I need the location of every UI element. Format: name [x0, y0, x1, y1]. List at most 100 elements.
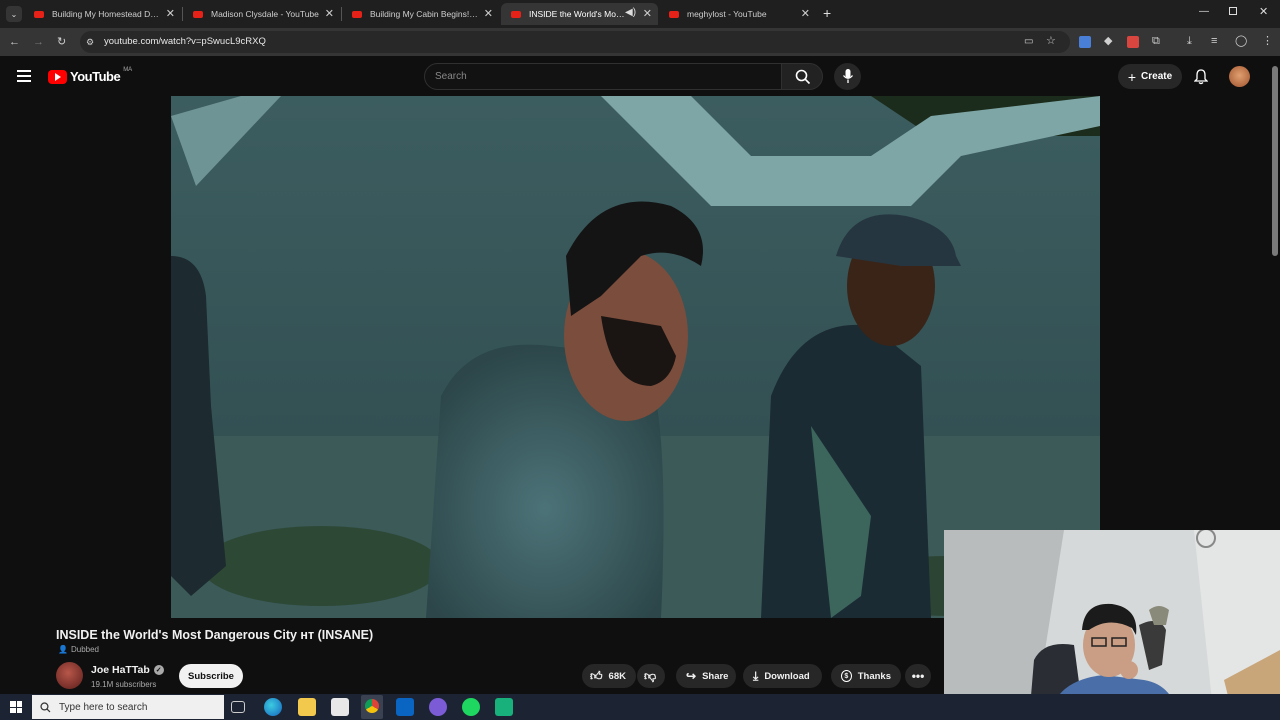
- browser-tab-4-active[interactable]: INSIDE the World's Most D ◀) ✕: [501, 3, 658, 25]
- like-button[interactable]: 👍︎ 68K: [582, 664, 636, 688]
- search-icon: [795, 69, 811, 85]
- download-icon: ⤓: [753, 668, 759, 683]
- bookmark-star-icon[interactable]: ☆: [1046, 34, 1056, 48]
- dubbed-label: Dubbed: [70, 645, 99, 654]
- cast-icon[interactable]: ▭: [1024, 35, 1033, 49]
- youtube-favicon-icon: [193, 10, 203, 18]
- share-arrow-icon: ↪: [686, 669, 697, 683]
- restore-icon[interactable]: [1229, 7, 1237, 15]
- close-tab-icon[interactable]: ✕: [166, 7, 175, 20]
- close-tab-icon[interactable]: ✕: [325, 7, 334, 20]
- app-green-icon[interactable]: [495, 698, 513, 716]
- microphone-icon: [842, 69, 854, 83]
- subscribe-button[interactable]: Subscribe: [179, 664, 243, 688]
- file-explorer-icon[interactable]: [298, 698, 316, 716]
- close-tab-icon[interactable]: ✕: [484, 7, 493, 20]
- speaker-icon[interactable]: ◀): [625, 7, 636, 18]
- dislike-button[interactable]: 👎︎: [637, 664, 665, 688]
- page-scrollbar[interactable]: [1272, 66, 1278, 256]
- more-actions-button[interactable]: •••: [905, 664, 931, 688]
- tab-title: INSIDE the World's Most D: [529, 9, 627, 19]
- create-label: Create: [1141, 71, 1173, 82]
- thumbs-down-icon: 👎︎: [644, 668, 657, 683]
- browser-tab-3[interactable]: Building My Cabin Begins! Dig ✕: [342, 3, 499, 25]
- thanks-button[interactable]: $ Thanks: [831, 664, 901, 688]
- download-label: Download: [764, 670, 810, 682]
- forward-icon[interactable]: →: [33, 35, 44, 49]
- create-button[interactable]: + Create: [1118, 64, 1182, 89]
- webcam-frame-image: [944, 530, 1280, 720]
- search-input[interactable]: Search: [424, 63, 782, 90]
- notifications-bell-icon[interactable]: [1194, 69, 1208, 85]
- download-button[interactable]: ⤓ Download: [743, 664, 822, 688]
- channel-avatar[interactable]: [56, 662, 83, 689]
- microsoft-store-icon[interactable]: [331, 698, 349, 716]
- tab-title: Building My Homestead Deck L: [52, 9, 162, 19]
- media-control-icon[interactable]: ≡: [1211, 34, 1217, 48]
- windows-start-icon[interactable]: [10, 701, 22, 713]
- thanks-label: Thanks: [857, 670, 891, 682]
- new-tab-icon[interactable]: +: [823, 5, 831, 21]
- youtube-logo[interactable]: YouTube MA: [48, 67, 133, 84]
- dubbed-person-icon: 👤: [58, 645, 68, 654]
- browser-tab-1[interactable]: Building My Homestead Deck L ✕: [24, 3, 181, 25]
- spotify-icon[interactable]: [462, 698, 480, 716]
- profile-icon[interactable]: ◯: [1235, 34, 1247, 48]
- downloads-icon[interactable]: ⤓: [1187, 34, 1192, 48]
- share-button[interactable]: ↪ Share: [676, 664, 736, 688]
- country-code: MA: [123, 67, 133, 73]
- channel-name[interactable]: Joe HaTTab: [91, 664, 150, 676]
- thumbs-up-icon: 👍︎: [590, 668, 603, 683]
- taskbar-search-icon: [40, 701, 51, 712]
- minimize-icon[interactable]: —: [1199, 6, 1209, 17]
- tab-title: Madison Clysdale - YouTube: [211, 9, 319, 19]
- video-title: INSIDE the World's Most Dangerous City ʜ…: [56, 628, 374, 642]
- taskbar-search-placeholder: Type here to search: [59, 701, 148, 713]
- taskbar-search-box[interactable]: Type here to search: [32, 695, 224, 719]
- back-icon[interactable]: ←: [9, 35, 20, 49]
- more-horizontal-icon: •••: [911, 669, 925, 683]
- subscriber-count: 19.1M subscribers: [91, 680, 157, 689]
- translate-extension-icon[interactable]: [1079, 36, 1091, 48]
- verified-check-icon: ✓: [153, 665, 164, 675]
- dubbed-badge: 👤 Dubbed: [58, 645, 99, 654]
- share-label: Share: [702, 670, 729, 682]
- webcam-overlay: [944, 530, 1280, 720]
- plus-icon: +: [1127, 68, 1137, 85]
- close-tab-icon[interactable]: ✕: [801, 7, 810, 20]
- tab-search-button[interactable]: ⌄: [6, 6, 22, 22]
- search-button[interactable]: [781, 63, 823, 90]
- youtube-favicon-icon: [669, 10, 679, 18]
- tab-title: meghylost - YouTube: [687, 9, 767, 19]
- voice-search-button[interactable]: [834, 63, 861, 90]
- extension-diamond-icon[interactable]: ◆: [1104, 34, 1112, 48]
- chrome-logo-icon: [365, 699, 379, 713]
- site-info-icon[interactable]: ⚙: [86, 35, 94, 49]
- close-tab-icon[interactable]: ✕: [643, 7, 652, 20]
- youtube-play-logo-icon: [48, 69, 67, 84]
- extensions-puzzle-icon[interactable]: ⧉: [1152, 34, 1160, 48]
- browser-tab-5[interactable]: meghylost - YouTube ✕: [659, 3, 816, 25]
- task-view-icon[interactable]: [231, 701, 245, 713]
- youtube-favicon-icon: [34, 10, 44, 18]
- youtube-favicon-icon: [511, 10, 521, 18]
- youtube-favicon-icon: [352, 10, 362, 18]
- search-placeholder: Search: [435, 71, 467, 82]
- hamburger-menu-icon[interactable]: [17, 70, 31, 82]
- browser-tab-strip: ⌄ Building My Homestead Deck L ✕ Madison…: [0, 0, 1280, 28]
- account-avatar[interactable]: [1229, 66, 1250, 87]
- like-count: 68K: [608, 670, 626, 682]
- tab-title: Building My Cabin Begins! Dig: [370, 9, 480, 19]
- discord-icon[interactable]: [429, 698, 447, 716]
- close-window-icon[interactable]: ✕: [1259, 5, 1268, 18]
- menu-kebab-icon[interactable]: ⋮: [1262, 34, 1273, 48]
- browser-tab-2[interactable]: Madison Clysdale - YouTube ✕: [183, 3, 340, 25]
- url-text[interactable]: youtube.com/watch?v=pSwucL9cRXQ: [104, 36, 266, 47]
- channel-name-row[interactable]: Joe HaTTab ✓: [91, 664, 164, 676]
- edge-browser-icon[interactable]: [264, 698, 282, 716]
- thanks-dollar-icon: $: [841, 670, 852, 682]
- outlook-icon[interactable]: [396, 698, 414, 716]
- extension-red-icon[interactable]: [1127, 36, 1139, 48]
- reload-icon[interactable]: ↻: [57, 35, 66, 49]
- youtube-wordmark: YouTube: [70, 69, 121, 84]
